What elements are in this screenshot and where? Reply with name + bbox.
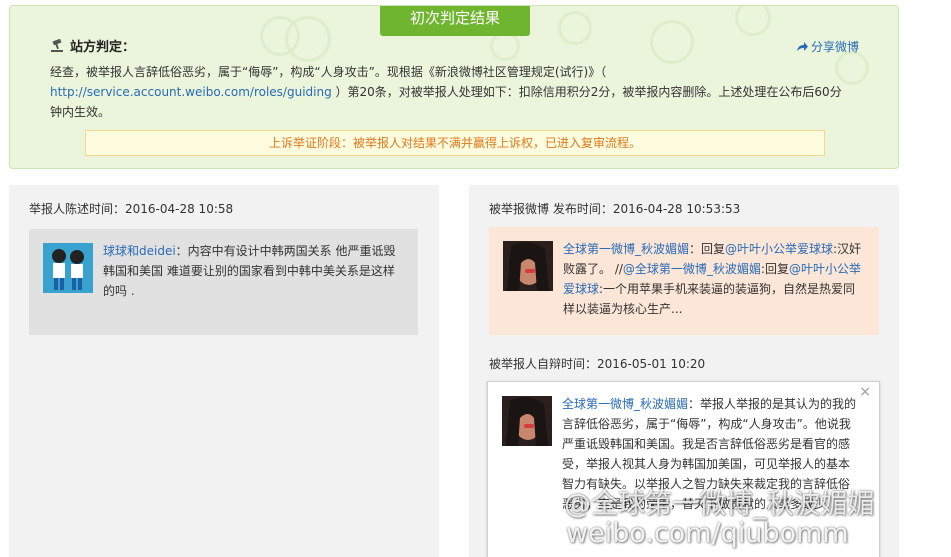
defense-user-avatar[interactable] — [502, 396, 552, 446]
mention-link[interactable]: @叶叶小公举爱球球 — [725, 242, 833, 256]
reply-prefix-2: :回复 — [760, 262, 789, 276]
decor-circle — [558, 11, 592, 45]
reporter-statement: 球球和deidei：内容中有设计中韩两国关系 他严重诋毁韩国和美国 难道要让别的… — [103, 241, 403, 301]
quoted-user-link[interactable]: @全球第一微博_秋波媚媚 — [623, 262, 761, 276]
defense-username[interactable]: 全球第一微博_秋波媚媚 — [562, 397, 688, 411]
reply-prefix: ：回复 — [689, 242, 726, 256]
verdict-tab: 初次判定结果 — [380, 6, 530, 36]
rules-link[interactable]: http://service.account.weibo.com/roles/g… — [50, 85, 332, 99]
reported-username[interactable]: 全球第一微博_秋波媚媚 — [563, 242, 689, 256]
decor-circle — [735, 6, 771, 36]
defense-time-label: 被举报人自辩时间：2016-05-01 10:20 — [489, 357, 706, 371]
verdict-text-part1: 经查，被举报人言辞低俗恶劣，属于“侮辱”，构成“人身攻击”。现根据《新浪微博社区… — [50, 65, 607, 79]
decor-circle — [650, 20, 694, 64]
verdict-heading-text: 站方判定： — [70, 40, 136, 55]
avatar-image — [43, 243, 93, 293]
reported-user-avatar[interactable] — [503, 241, 553, 291]
reporter-panel: 举报人陈述时间：2016-04-28 10:58 球球和deidei：内容中有设… — [9, 185, 439, 557]
share-weibo-button[interactable]: 分享微博 — [796, 38, 859, 55]
share-arrow-icon — [797, 42, 808, 51]
reported-post-time-label: 被举报微博 发布时间：2016-04-28 10:53:53 — [489, 202, 741, 216]
avatar-image — [502, 396, 552, 446]
gavel-icon — [51, 39, 63, 52]
share-label: 分享微博 — [811, 40, 860, 54]
verdict-text: 经查，被举报人言辞低俗恶劣，属于“侮辱”，构成“人身攻击”。现根据《新浪微博社区… — [50, 62, 852, 122]
verdict-heading: 站方判定： — [50, 36, 135, 55]
reported-post-card: 全球第一微博_秋波媚媚：回复@叶叶小公举爱球球:汉奸败露了。 //@全球第一微博… — [489, 227, 879, 335]
close-icon[interactable]: × — [859, 384, 871, 400]
reporter-time-label: 举报人陈述时间：2016-04-28 10:58 — [29, 202, 234, 216]
reported-post-text: 全球第一微博_秋波媚媚：回复@叶叶小公举爱球球:汉奸败露了。 //@全球第一微博… — [563, 239, 863, 319]
avatar-image — [503, 241, 553, 291]
reporter-card: 球球和deidei：内容中有设计中韩两国关系 他严重诋毁韩国和美国 难道要让别的… — [29, 229, 418, 335]
watermark-handle: @全球第一微博_秋波媚媚 — [564, 489, 875, 520]
appeal-notice: 上诉举证阶段：被举报人对结果不满并赢得上诉权，已进入复审流程。 — [85, 130, 825, 156]
decor-circle — [285, 16, 331, 62]
reporter-username[interactable]: 球球和deidei — [103, 244, 176, 258]
verdict-box: 初次判定结果 站方判定： 分享微博 经查，被举报人言辞低俗恶劣，属于“侮辱”，构… — [9, 5, 899, 169]
reply-text-2: :一个用苹果手机来装逼的装逼狗，自然是热爱同样以装逼为核心生产... — [563, 282, 856, 316]
reporter-avatar[interactable] — [43, 243, 93, 293]
watermark-url: weibo.com/qiubomm — [566, 518, 849, 549]
